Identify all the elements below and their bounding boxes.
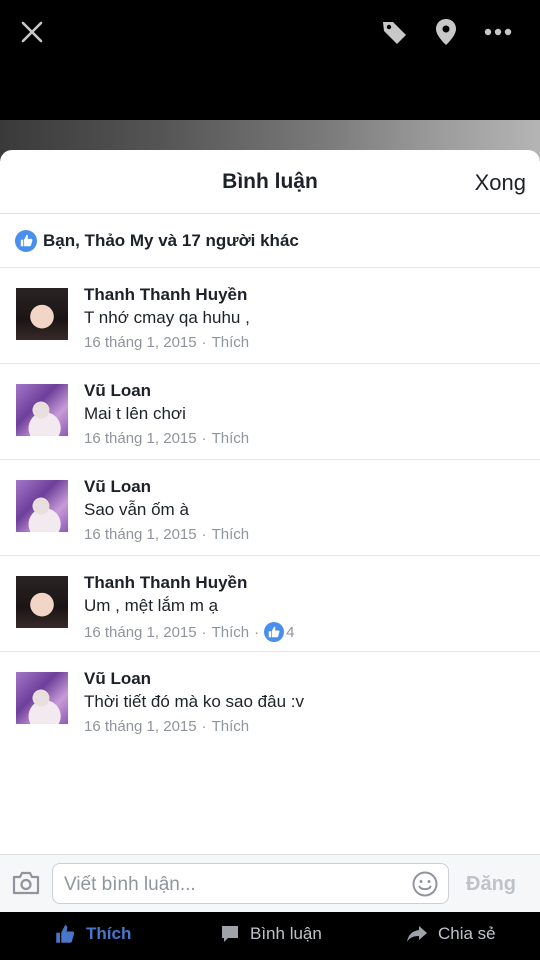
more-icon[interactable] [480,14,516,50]
done-button[interactable]: Xong [475,170,526,196]
avatar[interactable] [16,576,68,628]
comment-meta: 16 tháng 1, 2015 · Thích · 4 [84,622,294,642]
sheet-header: Bình luận Xong [0,150,540,214]
location-pin-icon[interactable] [428,14,464,50]
comment-action-label: Bình luận [250,924,322,943]
emoji-icon[interactable] [412,871,438,897]
separator-dot: · [254,623,260,641]
avatar[interactable] [16,384,68,436]
comment-like-count[interactable]: 4 [286,624,294,641]
avatar[interactable] [16,480,68,532]
comment-author[interactable]: Thanh Thanh Huyền [84,285,247,305]
comment-author[interactable]: Thanh Thanh Huyền [84,573,247,593]
likes-summary-text: Bạn, Thảo My và 17 người khác [43,230,299,250]
like-action-button[interactable]: Thích [54,924,131,944]
comment-author[interactable]: Vũ Loan [84,669,151,689]
comment-action-button[interactable]: Bình luận [220,924,322,944]
share-action-button[interactable]: Chia sẻ [406,924,496,944]
comment-date: 16 tháng 1, 2015 [84,430,197,447]
separator-dot: · [201,334,207,351]
comment-like-link[interactable]: Thích [212,718,250,735]
comment-like-link[interactable]: Thích [212,334,250,351]
tag-icon[interactable] [376,14,412,50]
comment-composer: Viết bình luận... Đăng [0,854,540,912]
comment-item: Thanh Thanh Huyền T nhớ cmay qa huhu , 1… [0,268,540,364]
comment-meta: 16 tháng 1, 2015 · Thích [84,334,249,351]
comment-input-placeholder: Viết bình luận... [64,874,196,895]
comment-date: 16 tháng 1, 2015 [84,718,197,735]
like-badge-icon [15,229,37,252]
comment-bubble-icon [222,926,238,942]
comment-author[interactable]: Vũ Loan [84,477,151,497]
share-action-label: Chia sẻ [438,924,496,943]
comment-text: Mai t lên chơi [84,404,186,423]
likes-summary-row[interactable]: Bạn, Thảo My và 17 người khác [0,214,540,268]
comment-date: 16 tháng 1, 2015 [84,623,197,641]
comment-text: Thời tiết đó mà ko sao đâu :v [84,692,304,711]
close-icon[interactable] [14,14,50,50]
comment-like-link[interactable]: Thích [212,624,250,641]
comment-input[interactable]: Viết bình luận... [52,863,449,904]
camera-icon[interactable] [12,871,40,895]
thumbs-up-icon [56,925,75,943]
avatar[interactable] [16,288,68,340]
sheet-title: Bình luận [222,170,318,193]
comment-item: Vũ Loan Mai t lên chơi 16 tháng 1, 2015 … [0,364,540,460]
comment-meta: 16 tháng 1, 2015 · Thích [84,526,249,543]
avatar[interactable] [16,672,68,724]
separator-dot: · [201,623,207,641]
like-count-icon [264,622,285,642]
comment-item: Vũ Loan Sao vẫn ốm à 16 tháng 1, 2015 · … [0,460,540,556]
comment-like-link[interactable]: Thích [212,526,250,543]
share-arrow-icon [407,926,427,942]
action-bar: Thích Bình luận Chia sẻ [0,912,540,960]
separator-dot: · [201,430,207,447]
comment-meta: 16 tháng 1, 2015 · Thích [84,718,249,735]
comment-item: Vũ Loan Thời tiết đó mà ko sao đâu :v 16… [0,652,540,748]
comments-sheet: Bình luận Xong Bạn, Thảo My và 17 người … [0,150,540,912]
comment-list: Thanh Thanh Huyền T nhớ cmay qa huhu , 1… [0,268,540,748]
comment-author[interactable]: Vũ Loan [84,381,151,401]
photo-viewer-topbar [0,0,540,120]
separator-dot: · [201,526,207,543]
like-action-label: Thích [86,924,132,943]
comment-meta: 16 tháng 1, 2015 · Thích [84,430,249,447]
comment-text: T nhớ cmay qa huhu , [84,308,250,327]
comment-date: 16 tháng 1, 2015 [84,526,197,543]
separator-dot: · [201,718,207,735]
comment-like-link[interactable]: Thích [212,430,250,447]
comment-item: Thanh Thanh Huyền Um , mệt lắm m ạ 16 th… [0,556,540,652]
comment-date: 16 tháng 1, 2015 [84,334,197,351]
comment-text: Sao vẫn ốm à [84,500,189,519]
comment-text: Um , mệt lắm m ạ [84,596,219,615]
post-button[interactable]: Đăng [466,873,516,896]
